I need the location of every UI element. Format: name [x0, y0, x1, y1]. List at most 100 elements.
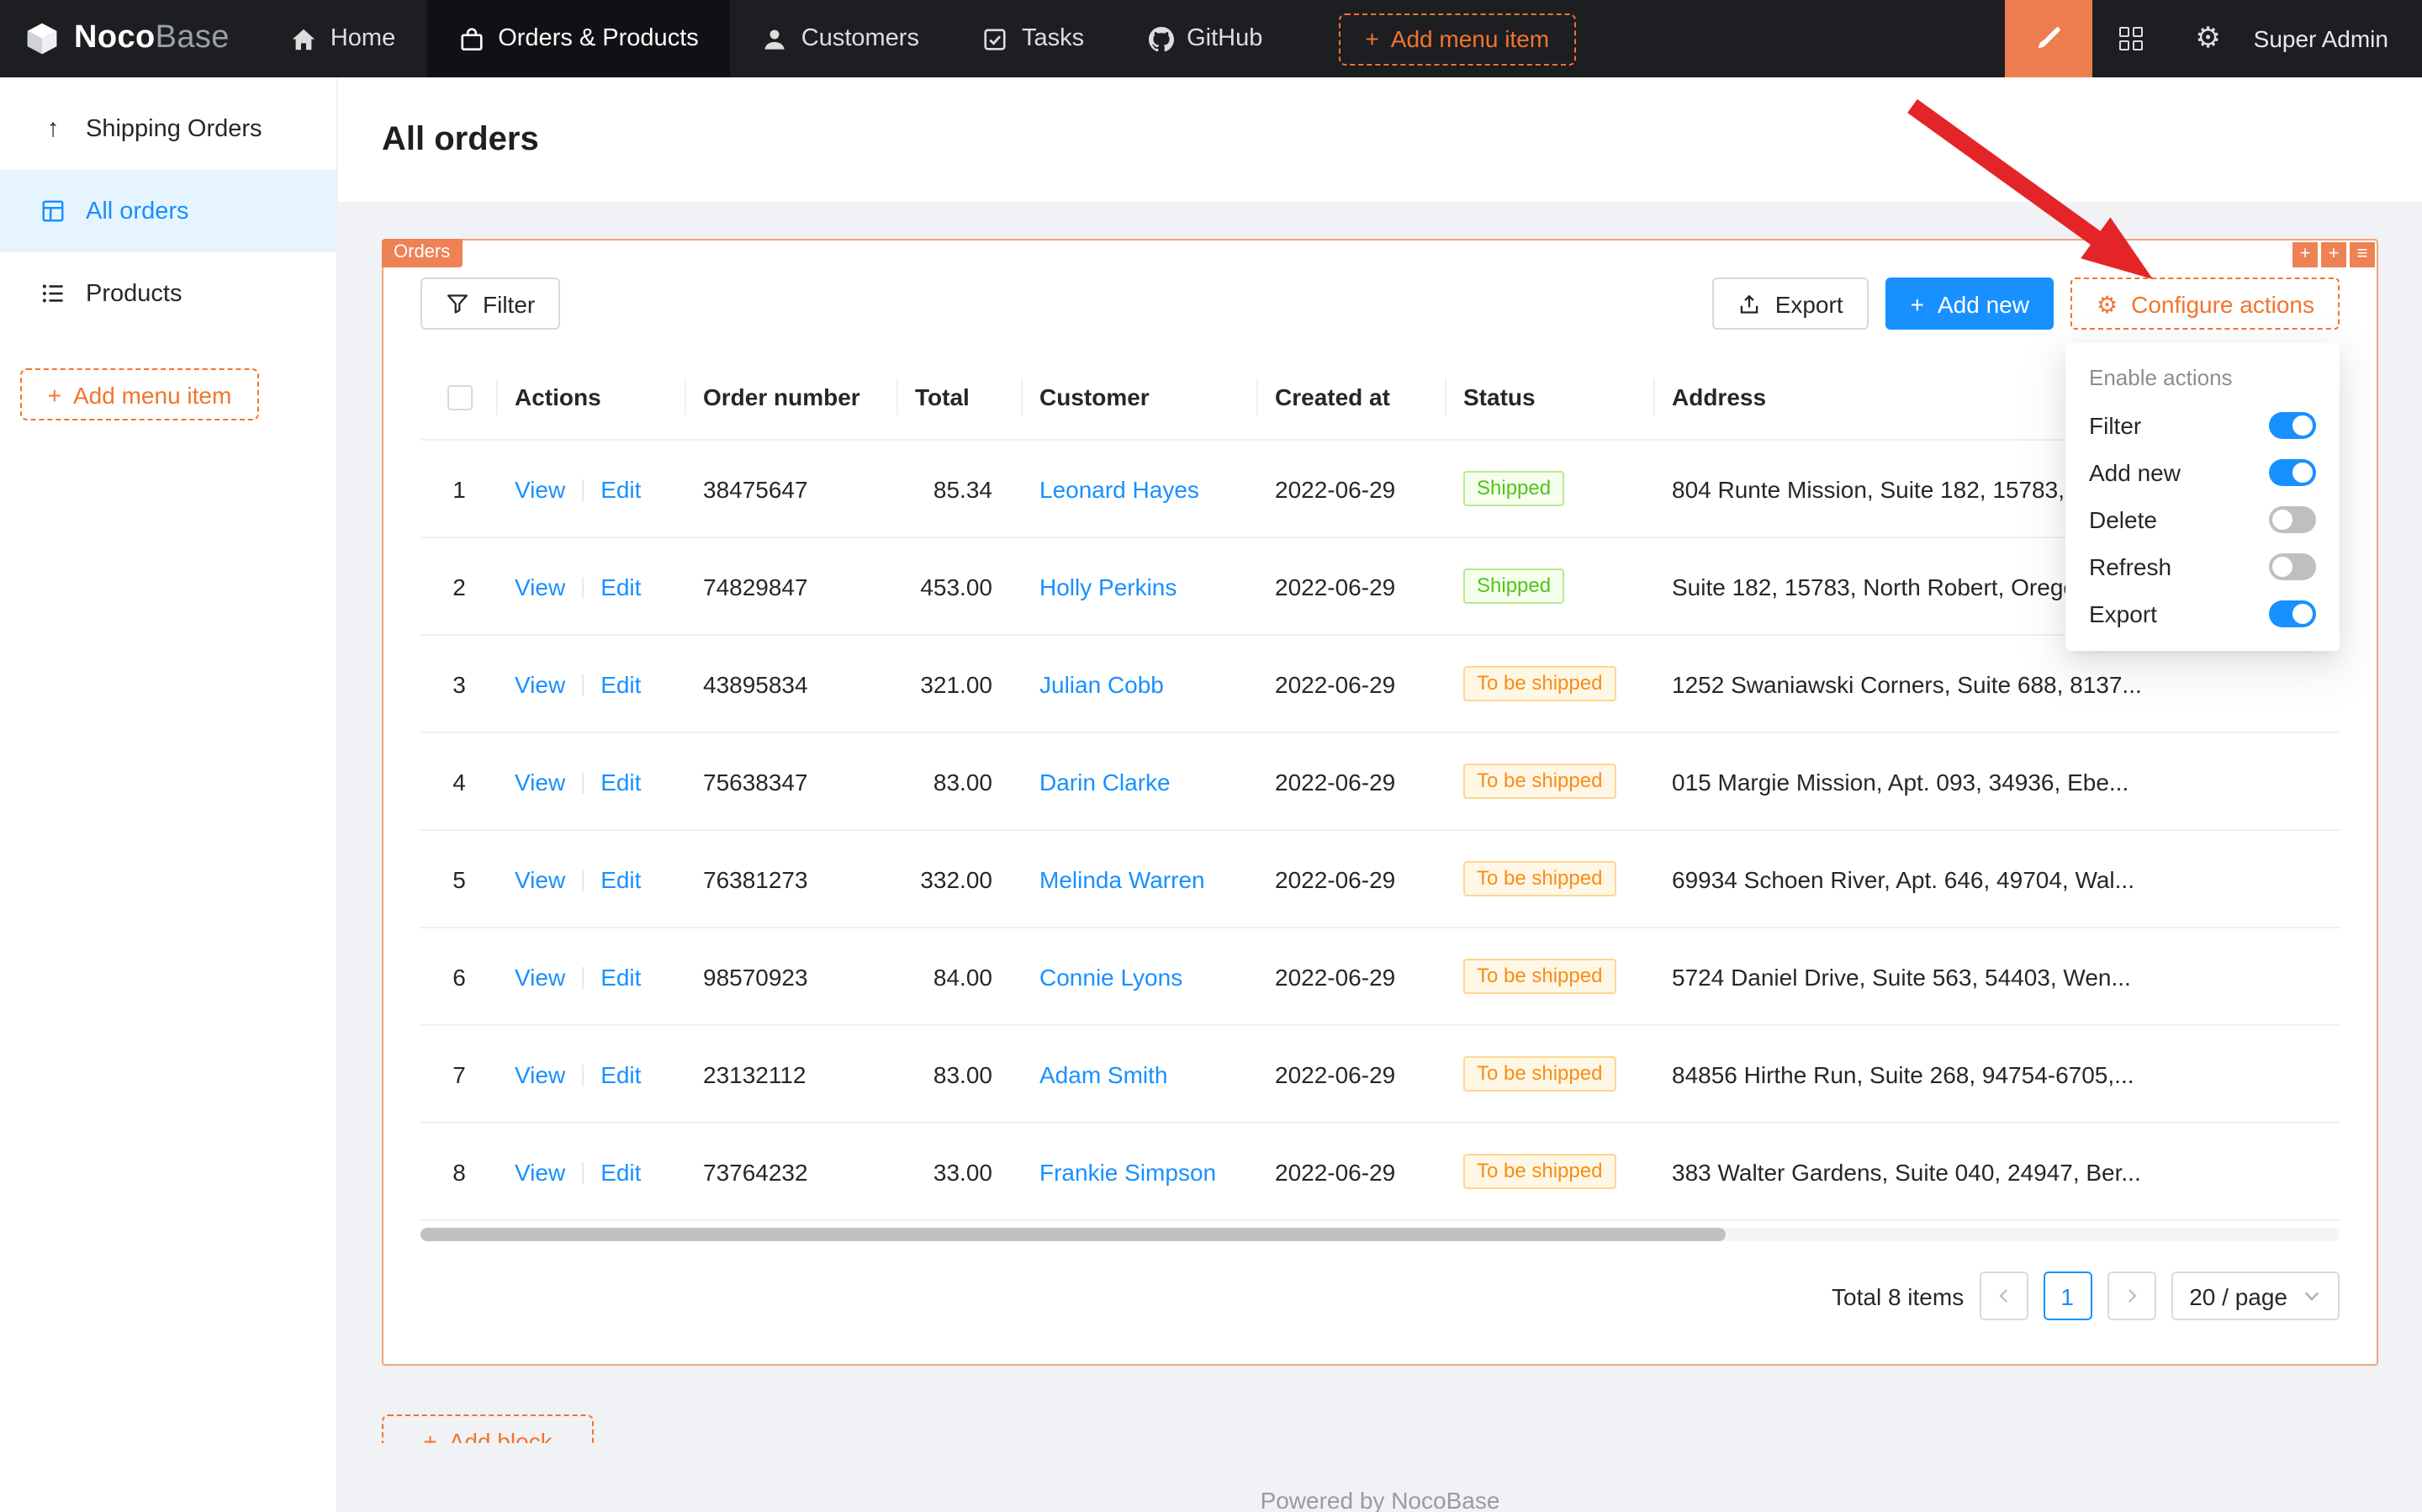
order-number-cell: 73764232 — [686, 1123, 898, 1220]
export-button[interactable]: Export — [1713, 278, 1869, 330]
table-row[interactable]: 3 ViewEdit 43895834 321.00 Julian Cobb 2… — [420, 635, 2340, 732]
settings-gear-icon[interactable]: ⚙ — [2170, 0, 2247, 77]
edit-link[interactable]: Edit — [600, 670, 641, 697]
view-link[interactable]: View — [515, 865, 565, 892]
customer-link[interactable]: Julian Cobb — [1039, 670, 1164, 697]
view-link[interactable]: View — [515, 768, 565, 795]
plugins-grid-icon[interactable] — [2092, 0, 2170, 77]
view-link[interactable]: View — [515, 475, 565, 502]
scrollbar-thumb[interactable] — [420, 1228, 1726, 1241]
pagination-prev-button[interactable] — [1979, 1271, 2028, 1320]
block-add-icon[interactable]: + — [2292, 242, 2318, 267]
status-badge: To be shipped — [1463, 861, 1616, 896]
block-collection-tag: Orders — [382, 239, 462, 267]
enable-action-item[interactable]: Export — [2065, 590, 2340, 637]
created-at-cell: 2022-06-29 — [1258, 1025, 1446, 1123]
logo-text: NocoBase — [74, 20, 230, 57]
enable-action-item[interactable]: Add new — [2065, 449, 2340, 496]
table-row[interactable]: 2 ViewEdit 74829847 453.00 Holly Perkins… — [420, 537, 2340, 635]
table-row[interactable]: 5 ViewEdit 76381273 332.00 Melinda Warre… — [420, 830, 2340, 928]
sidebar-add-menu-item-button[interactable]: + Add menu item — [20, 368, 259, 420]
block-drag-handle-icon[interactable]: ≡ — [2350, 242, 2375, 267]
status-badge: To be shipped — [1463, 764, 1616, 799]
enable-action-item[interactable]: Filter — [2065, 402, 2340, 449]
tasks-icon — [983, 26, 1008, 51]
enable-action-item[interactable]: Delete — [2065, 496, 2340, 543]
edit-link[interactable]: Edit — [600, 768, 641, 795]
toggle-switch[interactable] — [2269, 412, 2316, 439]
configure-actions-button[interactable]: ⚙ Configure actions — [2071, 278, 2340, 330]
pagination-page-1[interactable]: 1 — [2043, 1271, 2091, 1320]
row-index: 3 — [420, 635, 498, 732]
edit-link[interactable]: Edit — [600, 865, 641, 892]
column-header-total: Total — [898, 355, 1023, 440]
home-icon — [292, 26, 317, 51]
total-cell: 453.00 — [898, 537, 1023, 635]
nav-item-orders-products[interactable]: Orders & Products — [427, 0, 731, 77]
plus-icon: + — [1911, 290, 1924, 317]
view-link[interactable]: View — [515, 670, 565, 697]
powered-by-footer: Powered by NocoBase — [382, 1443, 2378, 1512]
ui-editor-toggle-button[interactable] — [2005, 0, 2092, 77]
github-icon — [1148, 26, 1173, 51]
status-badge: To be shipped — [1463, 1056, 1616, 1092]
edit-link[interactable]: Edit — [600, 963, 641, 990]
sidebar-item-products[interactable]: Products — [0, 252, 336, 335]
nav-item-customers[interactable]: Customers — [731, 0, 951, 77]
current-user-menu[interactable]: Super Admin — [2247, 25, 2422, 52]
edit-link[interactable]: Edit — [600, 573, 641, 600]
table-row[interactable]: 8 ViewEdit 73764232 33.00 Frankie Simpso… — [420, 1123, 2340, 1220]
add-block-button[interactable]: + Add block — [382, 1414, 594, 1443]
customer-link[interactable]: Melinda Warren — [1039, 865, 1205, 892]
address-cell: 015 Margie Mission, Apt. 093, 34936, Ebe… — [1655, 732, 2340, 830]
toggle-switch[interactable] — [2269, 553, 2316, 580]
customer-link[interactable]: Darin Clarke — [1039, 768, 1171, 795]
filter-button[interactable]: Filter — [420, 278, 560, 330]
toggle-switch[interactable] — [2269, 600, 2316, 627]
view-link[interactable]: View — [515, 573, 565, 600]
column-header-actions: Actions — [498, 355, 686, 440]
address-cell: 5724 Daniel Drive, Suite 563, 54403, Wen… — [1655, 928, 2340, 1025]
action-divider — [582, 869, 584, 891]
customer-link[interactable]: Holly Perkins — [1039, 573, 1177, 600]
block-insert-icon[interactable]: + — [2321, 242, 2346, 267]
table-row[interactable]: 1 ViewEdit 38475647 85.34 Leonard Hayes … — [420, 440, 2340, 537]
table-row[interactable]: 6 ViewEdit 98570923 84.00 Connie Lyons 2… — [420, 928, 2340, 1025]
column-header-status: Status — [1446, 355, 1655, 440]
table-row[interactable]: 7 ViewEdit 23132112 83.00 Adam Smith 202… — [420, 1025, 2340, 1123]
row-index: 6 — [420, 928, 498, 1025]
sidebar-item-all-orders[interactable]: All orders — [0, 170, 336, 252]
navbar-add-menu-item-button[interactable]: + Add menu item — [1338, 13, 1576, 65]
customer-link[interactable]: Connie Lyons — [1039, 963, 1182, 990]
pagination-next-button[interactable] — [2107, 1271, 2155, 1320]
select-all-checkbox[interactable] — [447, 384, 472, 410]
add-new-button[interactable]: + Add new — [1885, 278, 2054, 330]
created-at-cell: 2022-06-29 — [1258, 830, 1446, 928]
edit-link[interactable]: Edit — [600, 1060, 641, 1087]
edit-link[interactable]: Edit — [600, 475, 641, 502]
nav-item-github[interactable]: GitHub — [1116, 0, 1294, 77]
order-number-cell: 75638347 — [686, 732, 898, 830]
toggle-switch[interactable] — [2269, 506, 2316, 533]
address-cell: 84856 Hirthe Run, Suite 268, 94754-6705,… — [1655, 1025, 2340, 1123]
customer-link[interactable]: Leonard Hayes — [1039, 475, 1199, 502]
view-link[interactable]: View — [515, 963, 565, 990]
view-link[interactable]: View — [515, 1158, 565, 1185]
nocobase-logo[interactable]: NocoBase — [0, 0, 260, 77]
edit-link[interactable]: Edit — [600, 1158, 641, 1185]
customer-link[interactable]: Frankie Simpson — [1039, 1158, 1216, 1185]
created-at-cell: 2022-06-29 — [1258, 928, 1446, 1025]
table-row[interactable]: 4 ViewEdit 75638347 83.00 Darin Clarke 2… — [420, 732, 2340, 830]
created-at-cell: 2022-06-29 — [1258, 635, 1446, 732]
nav-item-tasks[interactable]: Tasks — [951, 0, 1116, 77]
toggle-switch[interactable] — [2269, 459, 2316, 486]
horizontal-scrollbar[interactable] — [420, 1228, 2340, 1241]
nav-item-home[interactable]: Home — [260, 0, 427, 77]
enable-action-item[interactable]: Refresh — [2065, 543, 2340, 590]
dropdown-item-label: Add new — [2089, 459, 2181, 486]
customer-link[interactable]: Adam Smith — [1039, 1060, 1168, 1087]
view-link[interactable]: View — [515, 1060, 565, 1087]
sidebar-item-shipping-orders[interactable]: ↑ Shipping Orders — [0, 87, 336, 170]
page-size-select[interactable]: 20 / page — [2171, 1271, 2340, 1320]
order-number-cell: 38475647 — [686, 440, 898, 537]
